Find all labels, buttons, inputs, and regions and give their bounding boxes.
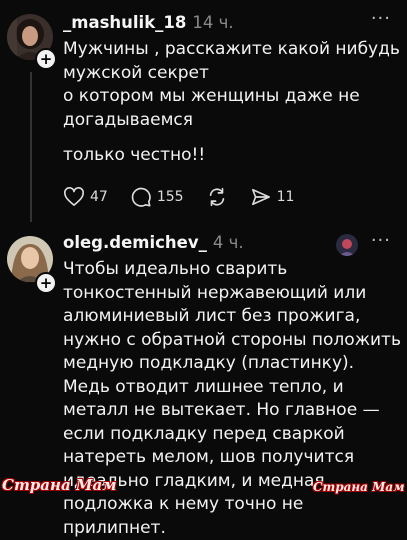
comment-button[interactable]: 155	[130, 186, 184, 208]
post-text: Мужчины , расскажите какой нибудь мужско…	[63, 38, 401, 168]
reply-author-avatar[interactable]	[336, 234, 358, 256]
repost-icon	[209, 187, 224, 207]
username[interactable]: oleg.demichev_	[63, 233, 207, 252]
more-options-icon[interactable]: ···	[371, 232, 391, 250]
follow-plus-icon[interactable]: +	[35, 272, 57, 294]
share-count: 11	[276, 189, 295, 205]
like-button[interactable]: 47	[63, 187, 108, 207]
watermark-logo: Страна Мам	[313, 480, 405, 494]
thread-line	[30, 72, 32, 222]
more-options-icon[interactable]: ···	[371, 10, 391, 28]
post-oleg: + oleg.demichev_ 4 ч. ··· Чтобы идеально …	[0, 228, 407, 538]
action-bar: 47 155 11	[63, 184, 316, 210]
send-icon	[251, 188, 270, 206]
timestamp: 14 ч.	[192, 13, 234, 32]
post-header: _mashulik_18 14 ч.	[63, 12, 234, 34]
post-mashulik: + _mashulik_18 14 ч. ··· Мужчины , расска…	[0, 0, 407, 228]
follow-plus-icon[interactable]: +	[35, 48, 57, 70]
share-button[interactable]: 11	[250, 187, 295, 207]
username[interactable]: _mashulik_18	[63, 13, 186, 32]
watermark-logo: Страна Мам	[2, 476, 117, 494]
comment-icon	[131, 187, 151, 207]
paragraph: о котором мы женщины даже не догадываемс…	[63, 86, 360, 130]
post-text: Чтобы идеально сварить тонкостенный нерж…	[63, 258, 401, 540]
comment-count: 155	[156, 189, 184, 205]
paragraph: Мужчины , расскажите какой нибудь мужско…	[63, 39, 400, 83]
paragraph: Чтобы идеально сварить тонкостенный нерж…	[63, 259, 401, 538]
timestamp: 4 ч.	[212, 233, 244, 252]
repost-button[interactable]	[206, 186, 228, 208]
paragraph: только честно!!	[63, 145, 206, 165]
heart-icon	[64, 187, 84, 206]
like-count: 47	[90, 189, 108, 205]
post-header: oleg.demichev_ 4 ч.	[63, 232, 244, 254]
